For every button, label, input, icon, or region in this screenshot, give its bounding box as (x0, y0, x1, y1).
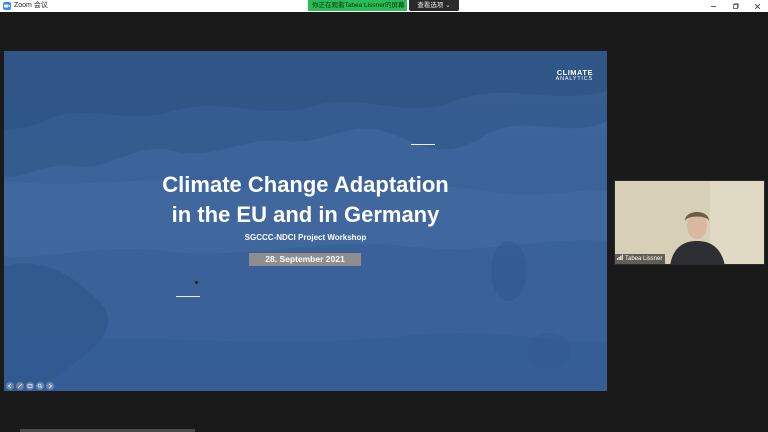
participant-video-tile[interactable]: Tabea Lissner (614, 180, 765, 265)
participant-video-image (615, 181, 764, 264)
slide-date-box: 28. September 2021 (249, 253, 361, 266)
app-title: Zoom 会议 (3, 0, 48, 12)
slide-title-line-1: Climate Change Adaptation (162, 172, 449, 197)
slides-icon[interactable] (26, 382, 34, 390)
signal-bars-icon (617, 254, 623, 264)
share-status-banner: 你正在观看Tabea Lissner的屏幕 (308, 0, 407, 11)
participant-name: Tabea Lissner (625, 256, 663, 262)
view-options-label: 查看选项 (417, 2, 444, 9)
next-arrow-icon[interactable] (46, 382, 54, 390)
slide-title-line-2: in the EU and in Germany (171, 202, 440, 227)
app-title-text: Zoom 会议 (14, 2, 48, 9)
accent-line-bottom (176, 296, 200, 297)
shared-screen-slide[interactable]: CLIMATE ANALYTICS Climate Change Adaptat… (4, 51, 607, 391)
close-icon[interactable] (746, 0, 768, 12)
maximize-icon[interactable] (724, 0, 746, 12)
chevron-down-icon: ⌄ (445, 2, 451, 9)
pen-icon[interactable] (16, 382, 24, 390)
mouse-pointer-icon (195, 281, 198, 284)
minimize-icon[interactable] (702, 0, 724, 12)
prev-arrow-icon[interactable] (6, 382, 14, 390)
window-titlebar: Zoom 会议 你正在观看Tabea Lissner的屏幕 查看选项 ⌄ (0, 0, 768, 12)
zoom-logo-icon (3, 2, 11, 10)
view-options-button[interactable]: 查看选项 ⌄ (409, 0, 459, 11)
window-controls (702, 0, 768, 12)
zoom-icon[interactable] (36, 382, 44, 390)
slide-subtitle: SGCCC-NDCI Project Workshop (244, 233, 367, 242)
brand-line-1: CLIMATE (556, 68, 593, 77)
accent-line-top (411, 144, 435, 145)
participant-name-label: Tabea Lissner (615, 254, 666, 264)
brand-line-2: ANALYTICS (555, 76, 593, 82)
slideshow-toolbar (6, 382, 54, 390)
slide-title: Climate Change Adaptation in the EU and … (4, 170, 607, 230)
climate-analytics-logo: CLIMATE ANALYTICS (556, 69, 593, 83)
